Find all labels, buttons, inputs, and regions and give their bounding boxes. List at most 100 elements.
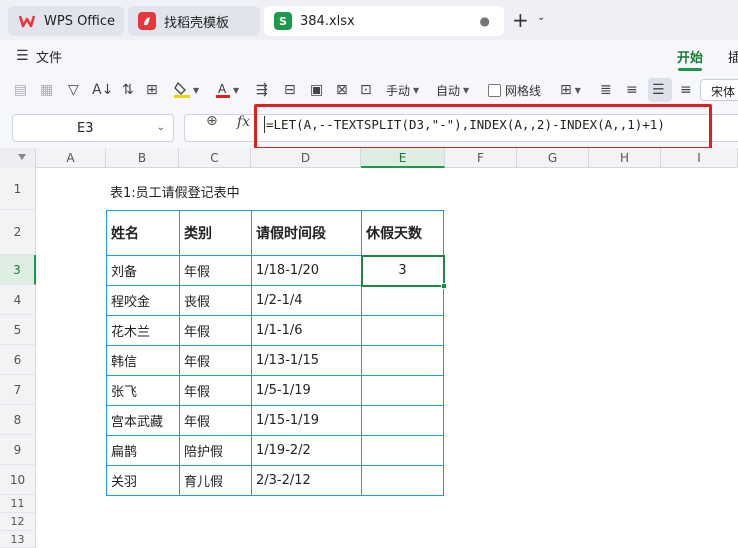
gridlines-toggle[interactable]: 网格线 [488, 80, 541, 100]
table-cell[interactable]: 张飞 [106, 375, 180, 406]
table-cell[interactable]: 宫本武藏 [106, 405, 180, 436]
row-header-4[interactable]: 4 [0, 285, 36, 315]
table-cell[interactable] [361, 435, 444, 466]
fill-handle[interactable] [441, 283, 447, 289]
column-header-h[interactable]: H [589, 148, 661, 168]
table-cell[interactable] [361, 465, 444, 496]
row-header-2[interactable]: 2 [0, 210, 36, 255]
table-cell[interactable]: 1/2-1/4 [251, 285, 362, 316]
table-cell[interactable]: 1/5-1/19 [251, 375, 362, 406]
file-menu[interactable]: 文件 [36, 47, 62, 66]
table-cell[interactable]: 育儿假 [179, 465, 252, 496]
table-cell[interactable]: 1/13-1/15 [251, 345, 362, 376]
table-cell[interactable] [361, 285, 444, 316]
format-cells-icon[interactable]: ▣ [310, 80, 323, 100]
tab-384-xlsx[interactable]: S 384.xlsx ● [264, 6, 504, 36]
column-header-d[interactable]: D [251, 148, 361, 168]
new-tab-plus-icon[interactable]: + [512, 8, 529, 32]
table-row: 刘备 年假 1/18-1/20 3 [106, 255, 444, 286]
table-cell[interactable]: 丧假 [179, 285, 252, 316]
align-right-icon[interactable]: ≡ [680, 80, 692, 100]
row-header-1[interactable]: 1 [0, 168, 36, 210]
table-cell[interactable]: 2/3-2/12 [251, 465, 362, 496]
header-cell-period[interactable]: 请假时间段 [251, 210, 362, 256]
table-cell[interactable]: 年假 [179, 405, 252, 436]
table-cell[interactable]: 1/15-1/19 [251, 405, 362, 436]
table-cell[interactable]: 年假 [179, 375, 252, 406]
table-cell[interactable]: 刘备 [106, 255, 180, 286]
row-header-12[interactable]: 12 [0, 513, 36, 531]
font-color-icon[interactable]: A ▼ [216, 80, 239, 100]
table-cell[interactable]: 1/19-2/2 [251, 435, 362, 466]
column-header-a[interactable]: A [36, 148, 106, 168]
zoom-search-icon[interactable]: ⊕ [206, 113, 218, 129]
row-header-7[interactable]: 7 [0, 375, 36, 405]
close-tab-icon[interactable]: ● [480, 14, 490, 28]
table-cell[interactable]: 年假 [179, 255, 252, 286]
table-cell[interactable] [361, 405, 444, 436]
table-cell[interactable]: 扁鹊 [106, 435, 180, 466]
table-cell[interactable]: 1/18-1/20 [251, 255, 362, 286]
borders-icon[interactable]: ⊞ [146, 80, 158, 100]
table-cell[interactable]: 年假 [179, 345, 252, 376]
row-header-5[interactable]: 5 [0, 315, 36, 345]
merge-cells-icon[interactable]: ⊟ [284, 80, 296, 100]
table-cell[interactable]: 年假 [179, 315, 252, 346]
table-cell[interactable]: 韩信 [106, 345, 180, 376]
tab-docer-templates[interactable]: 找稻壳模板 [128, 6, 260, 36]
header-cell-name[interactable]: 姓名 [106, 210, 180, 256]
chevron-down-icon[interactable]: ⌄ [537, 12, 545, 23]
sort-desc-icon[interactable]: ⇅ [122, 80, 134, 100]
gridlines-checkbox[interactable] [488, 83, 501, 97]
wrap-text-icon[interactable]: ⇶ [256, 80, 268, 100]
table-cell[interactable]: 程咬金 [106, 285, 180, 316]
column-header-g[interactable]: G [517, 148, 589, 168]
fx-function-icon[interactable]: fx [237, 114, 250, 130]
sort-icon[interactable]: A↓ [92, 80, 113, 100]
table-style-icon[interactable]: ⊠ [336, 80, 348, 100]
row-header-13[interactable]: 13 [0, 531, 36, 548]
name-box[interactable]: E3 ⌄ [12, 114, 174, 142]
column-header-c[interactable]: C [179, 148, 251, 168]
cell-border-icon[interactable]: ⊞ ▼ [560, 80, 581, 100]
sheet-title-cell[interactable]: 表1:员工请假登记表中 [110, 182, 240, 201]
ribbon-tab-insert[interactable]: 插 [728, 47, 738, 66]
header-cell-type[interactable]: 类别 [179, 210, 252, 256]
paste-icon[interactable]: ▦ [40, 80, 53, 100]
freeze-icon[interactable]: ⊡ [360, 80, 372, 100]
auto-row-height[interactable]: 自动 ▼ [436, 80, 469, 100]
column-header-e[interactable]: E [361, 148, 445, 168]
ribbon-tab-home[interactable]: 开始 [677, 47, 703, 66]
header-cell-days[interactable]: 休假天数 [361, 210, 444, 256]
format-painter-icon[interactable]: ▤ [14, 80, 27, 100]
table-cell[interactable] [361, 375, 444, 406]
hamburger-menu-icon[interactable]: ☰ [16, 48, 29, 64]
align-left-icon[interactable]: ≡ [626, 80, 638, 100]
table-cell-selected[interactable]: 3 [361, 255, 444, 286]
align-top-icon[interactable]: ≣ [600, 80, 612, 100]
column-header-f[interactable]: F [445, 148, 517, 168]
align-center-icon[interactable]: ☰ [652, 80, 665, 100]
table-cell[interactable]: 1/1-1/6 [251, 315, 362, 346]
table-cell[interactable] [361, 345, 444, 376]
row-header-9[interactable]: 9 [0, 435, 36, 465]
row-header-6[interactable]: 6 [0, 345, 36, 375]
chevron-down-icon[interactable]: ⌄ [157, 122, 165, 133]
table-cell[interactable]: 陪护假 [179, 435, 252, 466]
table-cell[interactable]: 花木兰 [106, 315, 180, 346]
row-header-11[interactable]: 11 [0, 495, 36, 513]
row-header-3[interactable]: 3 [0, 255, 36, 285]
table-cell[interactable]: 关羽 [106, 465, 180, 496]
table-row: 程咬金 丧假 1/2-1/4 [106, 285, 444, 316]
row-header-10[interactable]: 10 [0, 465, 36, 495]
filter-icon[interactable]: ▽ [68, 80, 79, 100]
table-row: 扁鹊 陪护假 1/19-2/2 [106, 435, 444, 466]
font-name-input[interactable]: 宋体 [700, 79, 738, 101]
row-header-8[interactable]: 8 [0, 405, 36, 435]
column-header-i[interactable]: I [661, 148, 738, 168]
table-cell[interactable] [361, 315, 444, 346]
fill-color-icon[interactable]: ▼ [174, 80, 199, 100]
column-header-b[interactable]: B [106, 148, 179, 168]
manual-row-height[interactable]: 手动 ▼ [386, 80, 419, 100]
tab-wps-office[interactable]: WPS Office [8, 6, 124, 36]
